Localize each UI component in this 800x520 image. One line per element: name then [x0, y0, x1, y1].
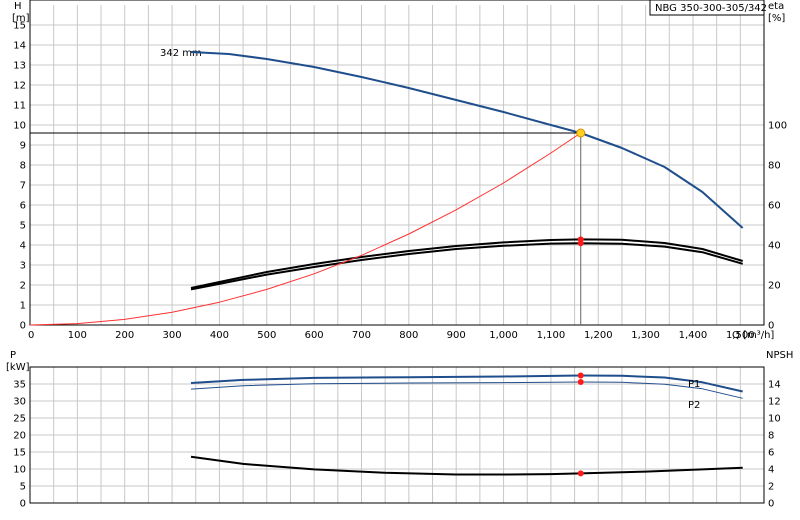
top-grid [30, 5, 764, 325]
bottom-grid [30, 367, 764, 503]
series-npsh-line [190, 455, 743, 476]
y-right-tick-label: 14 [768, 380, 781, 391]
y-left-tick-label: 25 [13, 414, 26, 425]
bottom-y-left-label: P [10, 350, 16, 361]
x-tick-label: 0 [28, 330, 34, 341]
operating-point-marker [576, 128, 586, 138]
chart-canvas: 01234567891011121314150204060801000 100 20… [6, 0, 793, 510]
y-left-tick-label: 13 [13, 61, 26, 72]
x-tick-label: 1,000 [489, 330, 518, 341]
top-operating-point [30, 128, 586, 325]
op-p1-marker [577, 372, 584, 379]
bottom-ticks: 0 5 10 15 20 25 30 35 0 2 4 6 8 10 12 14 [13, 380, 780, 510]
legend-p2: P2 [688, 400, 700, 411]
top-y-left-label: H [14, 1, 22, 12]
x-tick-label: 1,400 [679, 330, 708, 341]
y-right-tick-label: 12 [768, 397, 781, 408]
x-tick-label: 1,200 [584, 330, 613, 341]
x-tick-label: 1,100 [537, 330, 566, 341]
top-y-left-unit: [m] [12, 13, 30, 24]
x-tick-label: 900 [447, 330, 466, 341]
y-right-tick-label: 20 [768, 281, 781, 292]
y-right-tick-label: 10 [768, 414, 781, 425]
y-right-tick-label: 8 [768, 431, 774, 442]
y-left-tick-label: 0 [20, 499, 26, 510]
y-left-tick-label: 14 [13, 41, 26, 52]
x-tick-label: 100 [68, 330, 87, 341]
x-tick-label: 400 [210, 330, 229, 341]
series-system-line [29, 132, 581, 326]
pump-curve-chart: 0 1 2 3 4 5 6 7 8 9 10 11 12 13 14 15 0 20 40 60 80 100 0 100 20… [0, 0, 800, 520]
op-npsh-marker [577, 470, 584, 477]
y-left-tick-label: 35 [13, 380, 26, 391]
y-left-tick-label: 8 [20, 161, 26, 172]
y-right-tick-label: 60 [768, 201, 781, 212]
op-p2-marker [577, 378, 584, 385]
y-left-tick-label: 9 [20, 141, 26, 152]
y-left-tick-label: 3 [20, 261, 26, 272]
series-eta_2-line [190, 242, 743, 291]
bottom-y-right-label: NPSH [766, 350, 793, 361]
y-left-tick-label: 7 [20, 181, 26, 192]
y-left-tick-label: 1 [20, 301, 26, 312]
y-left-tick-label: 6 [20, 201, 26, 212]
y-right-tick-label: 100 [768, 121, 787, 132]
top-y-right-label: eta [768, 1, 784, 12]
y-right-tick-label: 2 [768, 482, 774, 493]
series-head-line [190, 51, 744, 229]
y-left-tick-label: 2 [20, 281, 26, 292]
y-left-tick-label: 5 [20, 482, 26, 493]
x-tick-label: 200 [115, 330, 134, 341]
x-tick-label: 800 [399, 330, 418, 341]
y-right-tick-label: 6 [768, 448, 774, 459]
top-x-axis-label: Q [m³/h] [732, 330, 774, 341]
y-left-tick-label: 4 [20, 241, 26, 252]
y-left-tick-label: 15 [13, 448, 26, 459]
x-tick-label: 1,300 [631, 330, 660, 341]
bottom-operating-point [577, 372, 584, 477]
impeller-label: 342 mm [160, 48, 202, 59]
legend-p1: P1 [688, 379, 700, 390]
y-right-tick-label: 80 [768, 161, 781, 172]
y-right-tick-label: 0 [768, 499, 774, 510]
bottom-series [190, 374, 743, 476]
op-eta2-marker [577, 240, 584, 247]
x-tick-label: 700 [352, 330, 371, 341]
top-series [29, 51, 744, 326]
y-left-tick-label: 0 [20, 321, 26, 332]
top-plot: 01234567891011121314150204060801000 100 20… [12, 0, 787, 341]
model-label: NBG 350-300-305/342 [655, 3, 767, 14]
y-left-tick-label: 12 [13, 81, 26, 92]
top-y-right-unit: [%] [768, 13, 785, 24]
y-left-tick-label: 10 [13, 121, 26, 132]
x-tick-label: 600 [305, 330, 324, 341]
x-tick-label: 300 [163, 330, 182, 341]
bottom-plot: 0 5 10 15 20 25 30 35 0 2 4 6 8 10 12 14 P [kW] NPSH P1… [6, 350, 793, 510]
bottom-y-left-unit: [kW] [6, 362, 30, 373]
y-left-tick-label: 10 [13, 465, 26, 476]
y-left-tick-label: 5 [20, 221, 26, 232]
y-right-tick-label: 40 [768, 241, 781, 252]
x-tick-label: 500 [257, 330, 276, 341]
y-left-tick-label: 11 [13, 101, 26, 112]
top-ticks: 01234567891011121314150204060801000 100 20… [13, 21, 787, 342]
y-right-tick-label: 4 [768, 465, 774, 476]
y-left-tick-label: 30 [13, 397, 26, 408]
y-left-tick-label: 20 [13, 431, 26, 442]
